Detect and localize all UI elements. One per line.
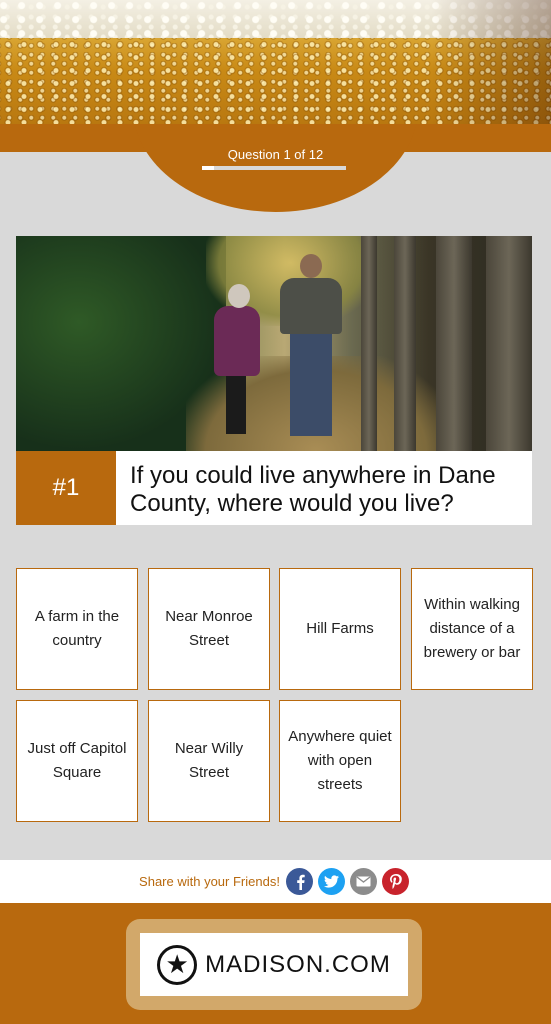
progress-bar [202,166,346,170]
facebook-icon[interactable] [286,868,314,895]
share-bar: Share with your Friends! [0,860,551,903]
answer-option[interactable]: Near Willy Street [148,700,270,822]
footer: ★ MADISON.COM [0,903,551,1024]
twitter-icon[interactable] [318,868,346,895]
header-beer-image [0,0,551,124]
logo-text: MADISON.COM [205,950,391,978]
answer-option[interactable]: Within walking distance of a brewery or … [411,568,533,690]
answer-option[interactable]: Hill Farms [279,568,401,690]
email-icon[interactable] [350,868,378,895]
question-counter: Question 1 of 12 [227,147,324,162]
answer-option[interactable]: Near Monroe Street [148,568,270,690]
progress-fill [202,166,214,170]
pinterest-icon[interactable] [382,868,410,895]
question-text: If you could live anywhere in Dane Count… [116,451,532,525]
star-icon: ★ [157,944,198,985]
answer-option[interactable]: A farm in the country [16,568,138,690]
share-label: Share with your Friends! [139,874,280,889]
logo-frame: ★ MADISON.COM [126,919,422,1010]
question-number: #1 [16,451,116,525]
madison-logo[interactable]: ★ MADISON.COM [140,933,408,996]
answer-option[interactable]: Anywhere quiet with open streets [279,700,401,822]
answer-option[interactable]: Just off Capitol Square [16,700,138,822]
question-photo [16,236,532,451]
